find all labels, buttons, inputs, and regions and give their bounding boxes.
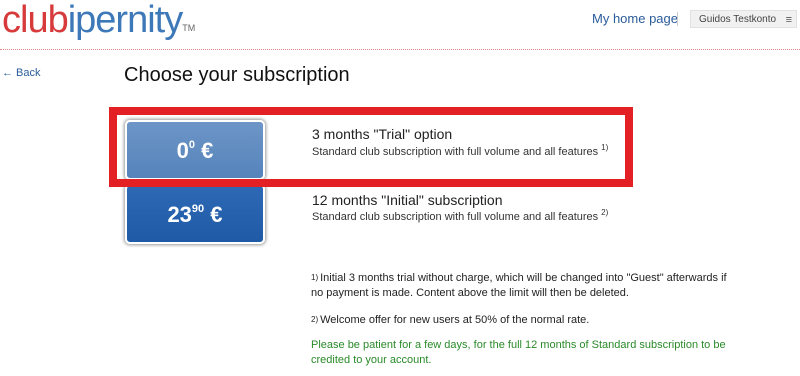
trial-price-sup: 0 bbox=[188, 139, 195, 151]
back-link[interactable]: ← Back bbox=[2, 67, 41, 79]
initial-plan-description: Standard club subscription with full vol… bbox=[312, 208, 609, 223]
my-home-page-link[interactable]: My home page bbox=[592, 11, 678, 26]
user-name: Guidos Testkonto bbox=[699, 14, 777, 25]
trial-price-currency: € bbox=[201, 138, 214, 163]
footnote-2-text: Welcome offer for new users at 50% of th… bbox=[320, 314, 590, 326]
crediting-notice: Please be patient for a few days, for th… bbox=[311, 339, 726, 366]
trial-plan-button[interactable]: 00 € bbox=[125, 120, 265, 180]
page-title: Choose your subscription bbox=[124, 64, 350, 86]
footnote-1-text: Initial 3 months trial without charge, w… bbox=[311, 272, 727, 299]
initial-plan-description-text: Standard club subscription with full vol… bbox=[312, 211, 599, 223]
initial-price-main: 23 bbox=[167, 202, 192, 227]
footnote-2-marker: 2) bbox=[311, 315, 319, 324]
logo-ipernity-text: ipernity bbox=[67, 0, 183, 41]
trial-price-main: 0 bbox=[176, 138, 189, 163]
initial-price-currency: € bbox=[210, 202, 223, 227]
logo-club-text: club bbox=[2, 0, 69, 41]
header-divider bbox=[677, 12, 678, 26]
initial-plan-button[interactable]: 2390 € bbox=[125, 184, 265, 244]
clubipernity-logo[interactable]: clubipernityTM bbox=[2, 0, 195, 40]
trial-plan-footnote: 1) bbox=[601, 143, 609, 152]
initial-plan-footnote: 2) bbox=[601, 208, 609, 217]
trial-plan-title: 3 months "Trial" option bbox=[312, 126, 453, 142]
trial-plan-description-text: Standard club subscription with full vol… bbox=[312, 146, 599, 158]
initial-plan-title: 12 months "Initial" subscription bbox=[312, 192, 503, 208]
logo-trademark: TM bbox=[182, 23, 196, 33]
footnote-1-marker: 1) bbox=[311, 273, 319, 282]
hamburger-menu-icon: ≡ bbox=[785, 14, 792, 26]
footnote-1: 1) Initial 3 months trial without charge,… bbox=[311, 271, 731, 301]
header-dotted-divider bbox=[0, 49, 800, 50]
footnote-2: 2) Welcome offer for new users at 50% of … bbox=[311, 313, 731, 328]
trial-plan-description: Standard club subscription with full vol… bbox=[312, 143, 609, 158]
user-menu-button[interactable]: Guidos Testkonto ≡ bbox=[690, 10, 797, 28]
initial-price-sup: 90 bbox=[191, 203, 205, 215]
